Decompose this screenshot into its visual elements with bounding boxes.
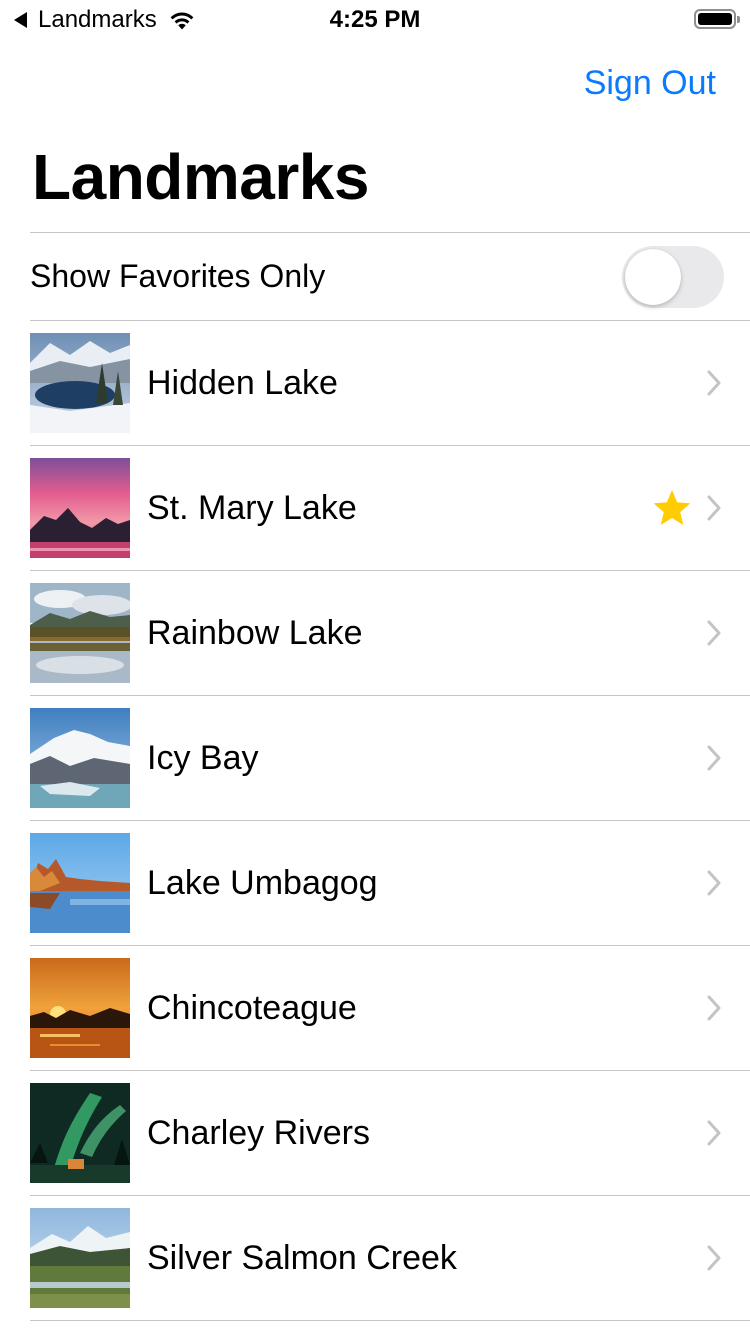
- landmark-row-hidden-lake[interactable]: Hidden Lake: [30, 321, 750, 446]
- favorites-toggle-row: Show Favorites Only: [30, 233, 750, 321]
- chevron-right-icon: [707, 870, 721, 896]
- status-bar: Landmarks 4:25 PM: [0, 0, 750, 40]
- battery-icon: [694, 9, 740, 29]
- favorite-star-icon: [653, 490, 691, 525]
- landmark-row-charley-rivers[interactable]: Charley Rivers: [30, 1071, 750, 1196]
- landmark-name: Lake Umbagog: [147, 863, 378, 902]
- landmark-row-lake-umbagog[interactable]: Lake Umbagog: [30, 821, 750, 946]
- landmark-name: Icy Bay: [147, 738, 259, 777]
- landmark-thumbnail: [30, 708, 130, 808]
- landmark-thumbnail: [30, 458, 130, 558]
- battery-cap: [737, 16, 740, 23]
- chevron-right-icon: [707, 1245, 721, 1271]
- chevron-right-icon: [707, 620, 721, 646]
- sign-out-button[interactable]: Sign Out: [584, 64, 716, 103]
- landmark-thumbnail: [30, 1083, 130, 1183]
- landmark-row-icy-bay[interactable]: Icy Bay: [30, 696, 750, 821]
- landmark-name: Hidden Lake: [147, 363, 338, 402]
- chevron-right-icon: [707, 495, 721, 521]
- landmark-thumbnail: [30, 583, 130, 683]
- landmark-name: Charley Rivers: [147, 1113, 370, 1152]
- chevron-right-icon: [707, 370, 721, 396]
- landmark-row-rainbow-lake[interactable]: Rainbow Lake: [30, 571, 750, 696]
- landmark-thumbnail: [30, 1208, 130, 1308]
- page-title: Landmarks: [32, 141, 369, 213]
- battery-level: [698, 13, 732, 25]
- landmark-thumbnail: [30, 958, 130, 1058]
- landmark-list: Show Favorites Only Hidden Lake St. Mary…: [30, 232, 750, 1321]
- landmark-name: Chincoteague: [147, 988, 357, 1027]
- favorites-switch[interactable]: [622, 245, 724, 308]
- chevron-right-icon: [707, 745, 721, 771]
- landmark-name: Silver Salmon Creek: [147, 1238, 457, 1277]
- landmark-thumbnail: [30, 833, 130, 933]
- landmark-name: Rainbow Lake: [147, 613, 363, 652]
- favorites-toggle-label: Show Favorites Only: [30, 258, 326, 294]
- landmark-row-st-mary-lake[interactable]: St. Mary Lake: [30, 446, 750, 571]
- landmark-thumbnail: [30, 333, 130, 433]
- switch-knob: [625, 248, 681, 305]
- landmark-row-silver-salmon-creek[interactable]: Silver Salmon Creek: [30, 1196, 750, 1321]
- status-time: 4:25 PM: [329, 6, 421, 33]
- landmark-row-chincoteague[interactable]: Chincoteague: [30, 946, 750, 1071]
- chevron-right-icon: [707, 995, 721, 1021]
- chevron-right-icon: [707, 1120, 721, 1146]
